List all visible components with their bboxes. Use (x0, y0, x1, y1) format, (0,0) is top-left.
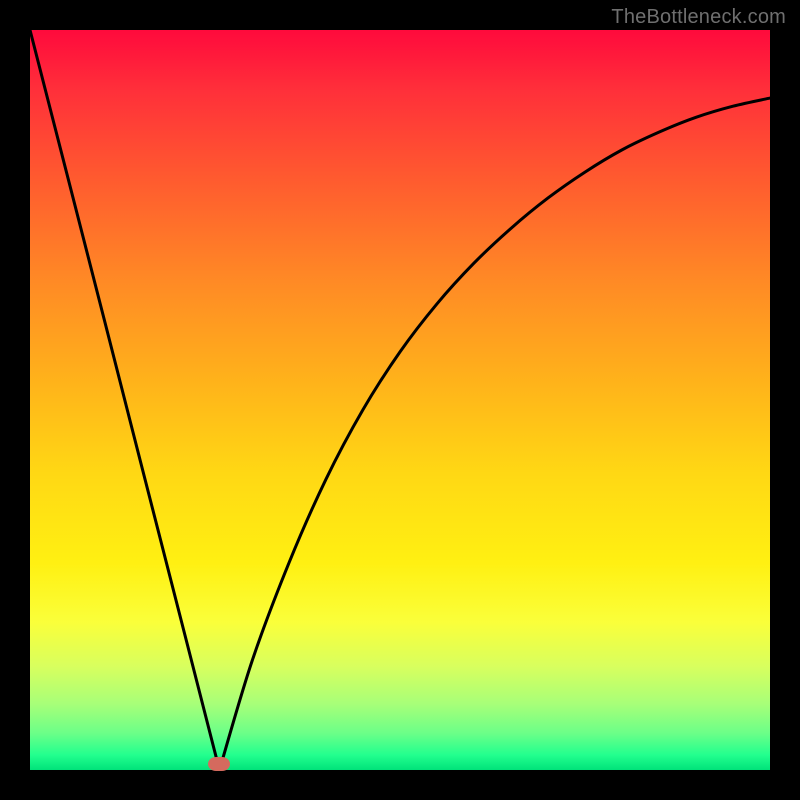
chart-frame: TheBottleneck.com (0, 0, 800, 800)
watermark-text: TheBottleneck.com (611, 6, 786, 29)
curve-layer (30, 30, 770, 770)
bottleneck-curve (30, 30, 770, 770)
plot-area (30, 30, 770, 770)
optimal-marker (208, 757, 230, 771)
